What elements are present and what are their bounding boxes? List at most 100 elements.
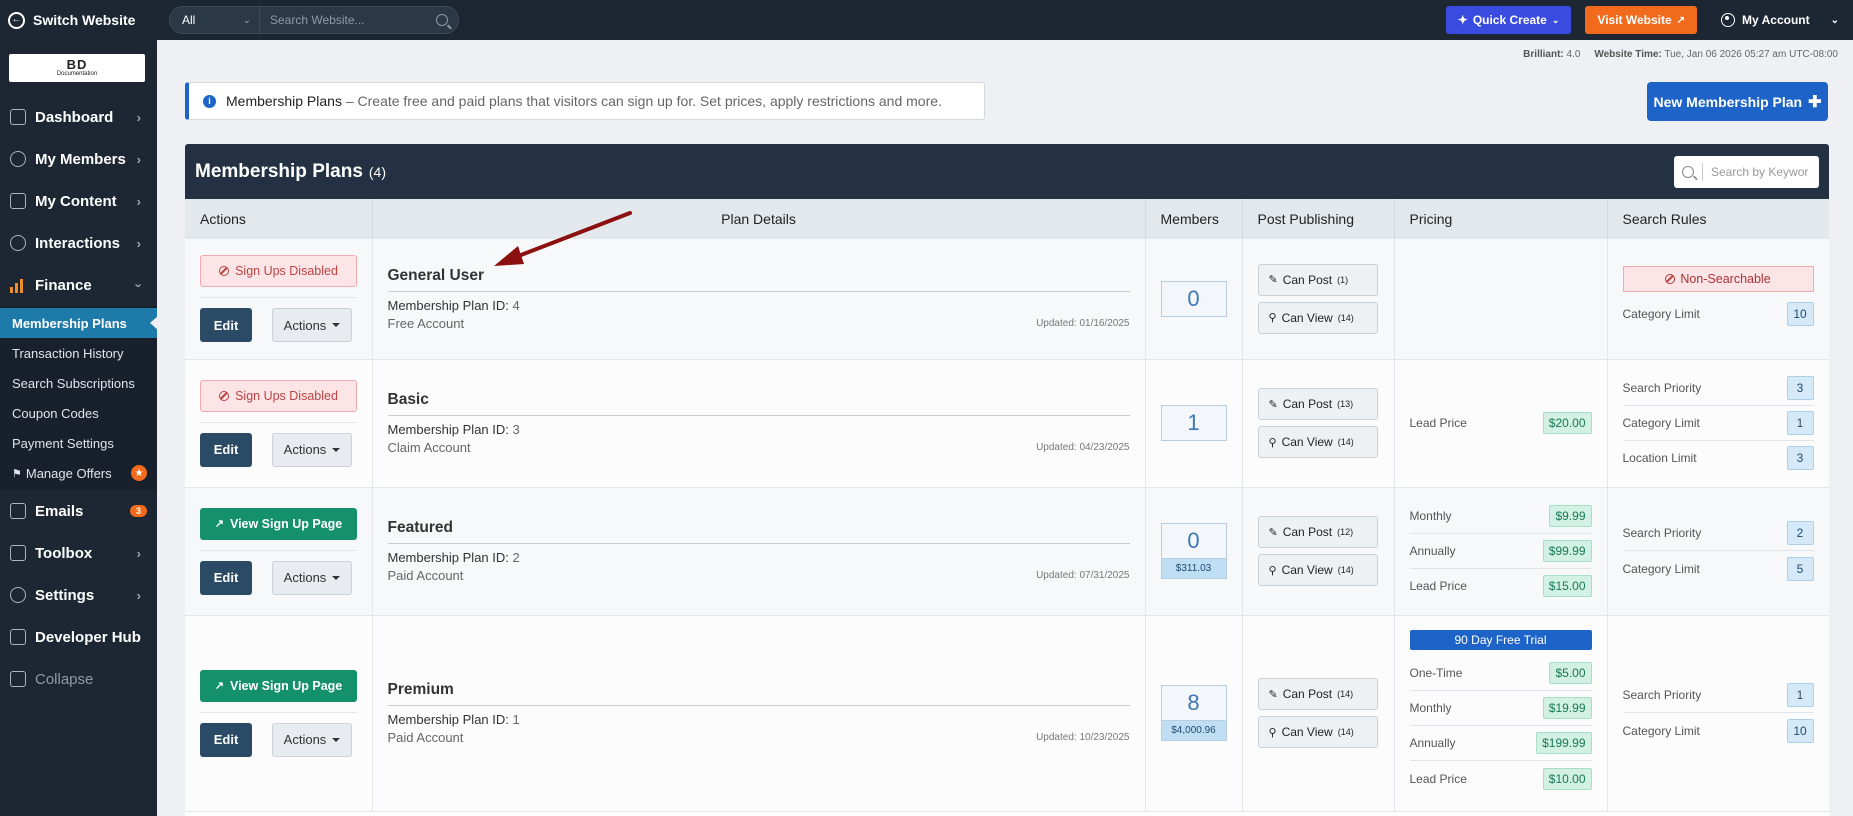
member-count[interactable]: 0	[1160, 280, 1227, 317]
sidebar-item-coupon-codes[interactable]: Coupon Codes	[0, 398, 157, 428]
search-rule-value: 3	[1786, 375, 1814, 400]
plan-name[interactable]: Featured	[387, 519, 1130, 544]
can-view-button[interactable]: ⚲ Can View (14)	[1257, 716, 1378, 748]
sidebar-item-search-subscriptions[interactable]: Search Subscriptions	[0, 368, 157, 398]
tools-icon	[10, 545, 26, 561]
sidebar-item-developer-hub[interactable]: Developer Hub	[0, 616, 157, 658]
info-description: – Create free and paid plans that visito…	[345, 93, 942, 109]
sidebar-item-interactions[interactable]: Interactions ›	[0, 222, 157, 264]
member-count[interactable]: 8 $4,000.96	[1160, 685, 1227, 741]
sidebar-item-label: Membership Plans	[12, 315, 127, 331]
can-post-label: Can Post	[1282, 397, 1333, 411]
plan-id-label: Membership Plan ID:	[387, 712, 509, 727]
user-icon	[1721, 13, 1736, 27]
view-signup-page-button[interactable]: ↗ View Sign Up Page	[200, 669, 357, 702]
sidebar-item-transaction-history[interactable]: Transaction History	[0, 338, 157, 368]
table-row: Sign Ups Disabled Edit Actions General U…	[185, 239, 1829, 360]
edit-button[interactable]: Edit	[200, 308, 252, 343]
actions-dropdown[interactable]: Actions	[272, 560, 352, 595]
signups-disabled-button[interactable]: Sign Ups Disabled	[200, 255, 357, 288]
keyword-search-input[interactable]: Search by Keywor	[1674, 155, 1819, 188]
quick-create-button[interactable]: ✦ Quick Create ⌄	[1445, 6, 1572, 34]
emails-count-badge: 3	[129, 505, 147, 517]
actions-label: Actions	[283, 317, 327, 333]
visit-website-label: Visit Website	[1597, 13, 1672, 27]
caret-down-icon	[332, 737, 341, 742]
member-count[interactable]: 1	[1160, 405, 1227, 441]
price-value: $19.99	[1542, 697, 1592, 719]
visit-website-button[interactable]: Visit Website ↗	[1585, 6, 1698, 34]
switch-website-button[interactable]: ← Switch Website	[0, 0, 157, 40]
price-label: Annually	[1409, 736, 1456, 750]
plan-id-value: 1	[512, 712, 520, 727]
search-input[interactable]: Search Website...	[260, 13, 458, 27]
plan-name[interactable]: Premium	[387, 681, 1130, 706]
can-view-button[interactable]: ⚲ Can View (14)	[1257, 426, 1378, 458]
sidebar-item-membership-plans[interactable]: Membership Plans	[0, 308, 158, 338]
can-post-button[interactable]: ✎ Can Post (14)	[1257, 678, 1378, 710]
sidebar-item-dashboard[interactable]: Dashboard ›	[0, 96, 157, 138]
signups-disabled-button[interactable]: Sign Ups Disabled	[200, 379, 357, 412]
sidebar-item-manage-offers[interactable]: ⚑ Manage Offers ★	[0, 458, 157, 488]
can-view-button[interactable]: ⚲ Can View (14)	[1257, 301, 1378, 334]
plan-name[interactable]: General User	[387, 267, 1130, 292]
sidebar-item-my-members[interactable]: My Members ›	[0, 138, 157, 180]
search-icon[interactable]	[436, 14, 448, 26]
member-revenue: $4,000.96	[1160, 721, 1227, 741]
star-icon: ★	[131, 465, 147, 481]
can-view-count: (14)	[1337, 565, 1354, 575]
can-view-count: (14)	[1337, 727, 1354, 737]
actions-dropdown[interactable]: Actions	[272, 722, 352, 757]
search-rule-label: Search Priority	[1622, 380, 1702, 395]
tag-icon: ⚑	[12, 467, 22, 480]
edit-button[interactable]: Edit	[200, 722, 252, 757]
switch-website-label: Switch Website	[33, 12, 136, 28]
sidebar-item-label: My Members	[35, 150, 126, 168]
my-account-menu[interactable]: My Account ⌄	[1721, 13, 1839, 27]
chevron-right-icon: ›	[136, 193, 141, 209]
search-rule-row: Category Limit 5	[1623, 551, 1814, 586]
can-post-button[interactable]: ✎ Can Post (13)	[1257, 388, 1378, 420]
search-placeholder: Search Website...	[270, 13, 365, 27]
my-account-label: My Account	[1742, 13, 1810, 27]
search-scope-select[interactable]: All ⌄	[170, 7, 260, 33]
edit-button[interactable]: Edit	[200, 432, 252, 467]
plan-type: Free Account	[387, 315, 465, 331]
sidebar-item-my-content[interactable]: My Content ›	[0, 180, 157, 222]
price-label: Lead Price	[1409, 771, 1467, 786]
plan-id-value: 3	[512, 422, 520, 437]
sidebar-item-toolbox[interactable]: Toolbox ›	[0, 532, 157, 574]
plan-updated: Updated: 04/23/2025	[1036, 442, 1130, 453]
can-post-button[interactable]: ✎ Can Post (1)	[1257, 263, 1378, 296]
plan-name[interactable]: Basic	[387, 391, 1130, 416]
sidebar-item-payment-settings[interactable]: Payment Settings	[0, 428, 157, 458]
plan-id: Membership Plan ID: 3	[388, 422, 1130, 437]
sidebar-item-label: Interactions	[35, 234, 121, 252]
sidebar-item-label: Transaction History	[12, 345, 124, 361]
price-row: Annually $199.99	[1409, 726, 1592, 761]
can-post-button[interactable]: ✎ Can Post (12)	[1257, 516, 1378, 548]
can-view-count: (14)	[1337, 312, 1354, 323]
sidebar-item-finance[interactable]: Finance ›	[0, 264, 157, 306]
chevron-right-icon: ›	[136, 587, 141, 603]
search-rule-label: Search Priority	[1622, 526, 1702, 540]
sidebar-item-settings[interactable]: Settings ›	[0, 574, 157, 616]
sidebar-item-emails[interactable]: Emails 3	[0, 490, 157, 532]
can-view-button[interactable]: ⚲ Can View (14)	[1257, 554, 1378, 586]
member-count[interactable]: 0 $311.03	[1160, 523, 1227, 579]
sidebar-item-label: Search Subscriptions	[12, 375, 135, 391]
sidebar-collapse-button[interactable]: Collapse	[0, 658, 157, 700]
actions-dropdown[interactable]: Actions	[272, 308, 352, 343]
price-label: Monthly	[1409, 508, 1452, 523]
actions-dropdown[interactable]: Actions	[272, 432, 352, 467]
search-rule-row: Category Limit 10	[1623, 713, 1814, 748]
signups-disabled-label: Sign Ups Disabled	[235, 388, 338, 403]
new-membership-plan-button[interactable]: New Membership Plan ✚	[1647, 82, 1828, 121]
site-logo[interactable]: BD Documentation	[9, 54, 145, 82]
caret-down-icon	[332, 575, 341, 580]
plan-id-label: Membership Plan ID:	[387, 422, 509, 437]
edit-button[interactable]: Edit	[200, 560, 252, 595]
price-label: Monthly	[1409, 701, 1452, 715]
view-signup-page-button[interactable]: ↗ View Sign Up Page	[200, 507, 357, 540]
caret-down-icon	[332, 323, 341, 328]
